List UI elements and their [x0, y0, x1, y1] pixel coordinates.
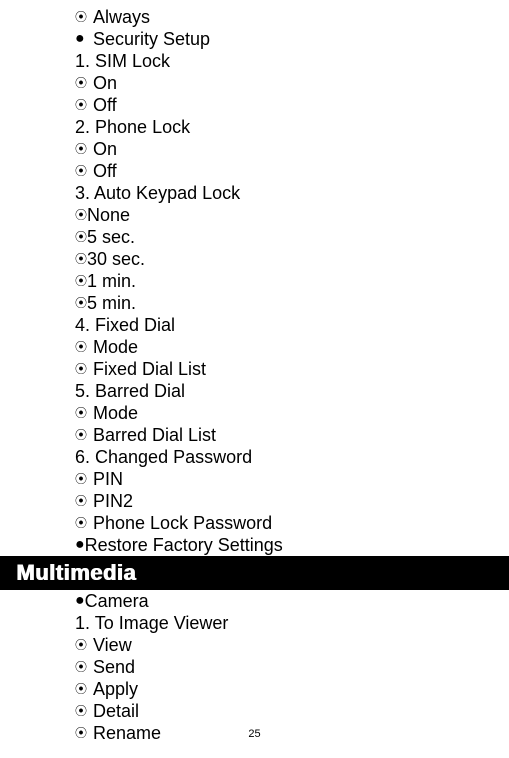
menu-text: Security Setup — [93, 28, 210, 50]
menu-text: None — [87, 204, 130, 226]
menu-text: Off — [93, 94, 117, 116]
page-number: 25 — [0, 728, 509, 740]
menu-text: PIN2 — [93, 490, 133, 512]
menu-line: ⦿Mode — [75, 402, 509, 424]
menu-line: 5. Barred Dial — [75, 380, 509, 402]
menu-line: ⦿Phone Lock Password — [75, 512, 509, 534]
section-2: ●Camera1. To Image Viewer⦿View⦿Send⦿Appl… — [75, 590, 509, 744]
radio-icon: ⦿ — [75, 402, 89, 424]
menu-text: Restore Factory Settings — [85, 534, 283, 556]
menu-line: ⦿1 min. — [75, 270, 509, 292]
radio-icon: ⦿ — [75, 358, 89, 380]
radio-icon: ⦿ — [75, 424, 89, 446]
menu-line: ⦿On — [75, 138, 509, 160]
menu-text: Camera — [85, 590, 149, 612]
radio-icon: ⦿ — [75, 248, 87, 270]
menu-line: ⦿View — [75, 634, 509, 656]
bullet-icon: ● — [75, 534, 85, 556]
menu-line: ⦿PIN — [75, 468, 509, 490]
menu-line: 6. Changed Password — [75, 446, 509, 468]
menu-text: Apply — [93, 678, 138, 700]
menu-text: Phone Lock Password — [93, 512, 272, 534]
menu-line: ⦿Always — [75, 6, 509, 28]
menu-line: ●Security Setup — [75, 28, 509, 50]
menu-line: ⦿On — [75, 72, 509, 94]
document-content: ⦿Always●Security Setup1. SIM Lock⦿On⦿Off… — [0, 0, 509, 744]
menu-line: 3. Auto Keypad Lock — [75, 182, 509, 204]
bullet-icon: ● — [75, 590, 85, 612]
radio-icon: ⦿ — [75, 656, 89, 678]
radio-icon: ⦿ — [75, 204, 87, 226]
menu-line: ⦿None — [75, 204, 509, 226]
radio-icon: ⦿ — [75, 292, 87, 314]
menu-text: Send — [93, 656, 135, 678]
radio-icon: ⦿ — [75, 94, 89, 116]
menu-line: 4. Fixed Dial — [75, 314, 509, 336]
menu-text: Fixed Dial List — [93, 358, 206, 380]
radio-icon: ⦿ — [75, 336, 89, 358]
menu-line: ⦿Detail — [75, 700, 509, 722]
menu-text: 4. Fixed Dial — [75, 314, 175, 336]
radio-icon: ⦿ — [75, 6, 89, 28]
menu-line: ⦿Fixed Dial List — [75, 358, 509, 380]
menu-line: ⦿5 sec. — [75, 226, 509, 248]
menu-line: ⦿Apply — [75, 678, 509, 700]
menu-line: ⦿Barred Dial List — [75, 424, 509, 446]
menu-text: Always — [93, 6, 150, 28]
multimedia-header: Multimedia — [0, 556, 509, 590]
radio-icon: ⦿ — [75, 468, 89, 490]
menu-text: PIN — [93, 468, 123, 490]
menu-text: 5 sec. — [87, 226, 135, 248]
menu-line: ⦿Off — [75, 160, 509, 182]
menu-line: 2. Phone Lock — [75, 116, 509, 138]
menu-line: ●Restore Factory Settings — [75, 534, 509, 556]
menu-line: ⦿Off — [75, 94, 509, 116]
menu-text: Mode — [93, 336, 138, 358]
bullet-icon: ● — [75, 28, 89, 50]
section-1: ⦿Always●Security Setup1. SIM Lock⦿On⦿Off… — [75, 6, 509, 556]
radio-icon: ⦿ — [75, 678, 89, 700]
radio-icon: ⦿ — [75, 512, 89, 534]
menu-text: 2. Phone Lock — [75, 116, 190, 138]
menu-text: Barred Dial List — [93, 424, 216, 446]
menu-text: 1 min. — [87, 270, 136, 292]
radio-icon: ⦿ — [75, 72, 89, 94]
menu-line: ⦿Send — [75, 656, 509, 678]
menu-text: Mode — [93, 402, 138, 424]
menu-line: ●Camera — [75, 590, 509, 612]
menu-text: Detail — [93, 700, 139, 722]
menu-line: ⦿Mode — [75, 336, 509, 358]
menu-text: On — [93, 138, 117, 160]
menu-text: 6. Changed Password — [75, 446, 252, 468]
menu-text: View — [93, 634, 132, 656]
menu-line: 1. To Image Viewer — [75, 612, 509, 634]
menu-line: ⦿PIN2 — [75, 490, 509, 512]
radio-icon: ⦿ — [75, 270, 87, 292]
menu-line: ⦿30 sec. — [75, 248, 509, 270]
menu-text: 30 sec. — [87, 248, 145, 270]
menu-text: 5 min. — [87, 292, 136, 314]
menu-line: 1. SIM Lock — [75, 50, 509, 72]
radio-icon: ⦿ — [75, 490, 89, 512]
menu-text: 5. Barred Dial — [75, 380, 185, 402]
radio-icon: ⦿ — [75, 160, 89, 182]
radio-icon: ⦿ — [75, 700, 89, 722]
radio-icon: ⦿ — [75, 226, 87, 248]
menu-text: On — [93, 72, 117, 94]
radio-icon: ⦿ — [75, 634, 89, 656]
menu-text: 1. To Image Viewer — [75, 612, 228, 634]
menu-text: Off — [93, 160, 117, 182]
radio-icon: ⦿ — [75, 138, 89, 160]
menu-text: 3. Auto Keypad Lock — [75, 182, 240, 204]
menu-text: 1. SIM Lock — [75, 50, 170, 72]
menu-line: ⦿5 min. — [75, 292, 509, 314]
